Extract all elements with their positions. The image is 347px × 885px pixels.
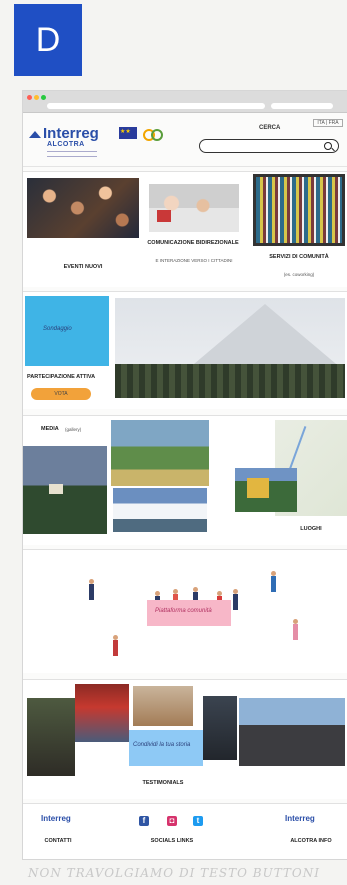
facebook-icon[interactable]: f: [139, 816, 149, 826]
testimonial-note: Condividi la tua storia: [133, 742, 191, 748]
testimonial-photo[interactable]: [203, 696, 237, 760]
person-figure: [89, 579, 94, 600]
alcotra-info-link[interactable]: ALCOTRA INFO: [281, 838, 341, 845]
window-controls[interactable]: [27, 95, 46, 100]
communication-subtitle: E INTERAZIONE VERSO I CITTADINI: [155, 258, 233, 263]
handwritten-note: NON TRAVOLGIAMO DI TESTO BUTTONI: [28, 866, 321, 880]
site-footer: Interreg CONTATTI f ◘ t SOCIALS Links In…: [23, 803, 347, 859]
address-bar[interactable]: [47, 103, 265, 109]
banner-text: Piattaforma comunità: [155, 608, 212, 614]
site-header: Interreg ALCOTRA ITA | FRA CERCA: [23, 115, 347, 167]
section-testimonials: Condividi la tua storia TESTIMONIALS: [23, 679, 347, 799]
testimonial-photo[interactable]: [27, 698, 75, 776]
twitter-icon[interactable]: t: [193, 816, 203, 826]
search-label: CERCA: [259, 125, 281, 131]
search-icon[interactable]: [324, 142, 332, 150]
eu-flag-icon: [119, 127, 137, 139]
instagram-icon[interactable]: ◘: [167, 816, 177, 826]
community-services-photo[interactable]: [253, 174, 345, 246]
gallery-photo-valley[interactable]: [23, 446, 107, 534]
places-title[interactable]: LUOGHI: [289, 526, 333, 533]
person-figure: [113, 635, 118, 656]
socials-link[interactable]: SOCIALS Links: [135, 838, 209, 845]
events-title[interactable]: EVENTI NUOVI: [33, 264, 133, 271]
community-banner: Piattaforma comunità: [147, 600, 231, 626]
search-input[interactable]: [199, 139, 339, 153]
section-media: MEDIA (gallery) LUOGHI: [23, 415, 347, 545]
logo-brand: Interreg: [43, 125, 99, 142]
section-events: EVENTI NUOVI COMUNICAZIONE BIDIREZIONALE…: [23, 171, 347, 287]
contacts-link[interactable]: CONTATTI: [33, 838, 83, 845]
person-figure: [271, 571, 276, 592]
section-participation: Sondaggio PARTECIPAZIONE ATTIVA VOTA: [23, 291, 347, 409]
language-switch[interactable]: ITA | FRA: [313, 119, 343, 127]
person-figure: [233, 589, 238, 610]
postit-text: Sondaggio: [43, 326, 72, 332]
browser-chrome: [23, 91, 347, 113]
panel-letter-badge: D: [14, 4, 82, 76]
vote-button[interactable]: VOTA: [31, 388, 91, 400]
community-services-title[interactable]: SERVIZI DI COMUNITÀ: [259, 254, 339, 261]
testimonial-photo[interactable]: [75, 684, 129, 742]
places-photo-house[interactable]: [235, 468, 297, 512]
partner-rings-icon: [141, 127, 167, 141]
testimonial-photo[interactable]: [133, 686, 193, 726]
events-photo[interactable]: [27, 178, 139, 238]
communication-title[interactable]: COMUNICAZIONE BIDIREZIONALE: [147, 240, 239, 247]
section-community: Piattaforma comunità: [23, 549, 347, 673]
mountain-photo: [115, 298, 345, 398]
browser-tab[interactable]: [271, 103, 333, 109]
participation-title: PARTECIPAZIONE ATTIVA: [27, 374, 96, 380]
testimonial-photo[interactable]: [239, 698, 345, 766]
gallery-photo-hills[interactable]: [111, 420, 209, 486]
media-subtitle: (gallery): [65, 427, 82, 432]
person-figure: [293, 619, 298, 640]
communication-photo[interactable]: [149, 184, 239, 232]
logo-caption-lines: [47, 151, 97, 157]
footer-logo-left[interactable]: Interreg: [41, 814, 71, 823]
footer-logo-right[interactable]: Interreg: [285, 814, 315, 823]
survey-postit[interactable]: Sondaggio: [25, 296, 109, 366]
logo-sub: ALCOTRA: [47, 141, 85, 148]
gallery-photo-peaks[interactable]: [113, 488, 207, 532]
community-services-subtitle: (es. coworking): [283, 272, 315, 277]
testimonial-postit: Condividi la tua storia: [129, 730, 203, 766]
testimonials-title[interactable]: TESTIMONIALS: [123, 780, 203, 787]
logo-triangle-icon: [29, 131, 41, 138]
web-mockup-page: Interreg ALCOTRA ITA | FRA CERCA EVENTI …: [22, 90, 347, 860]
